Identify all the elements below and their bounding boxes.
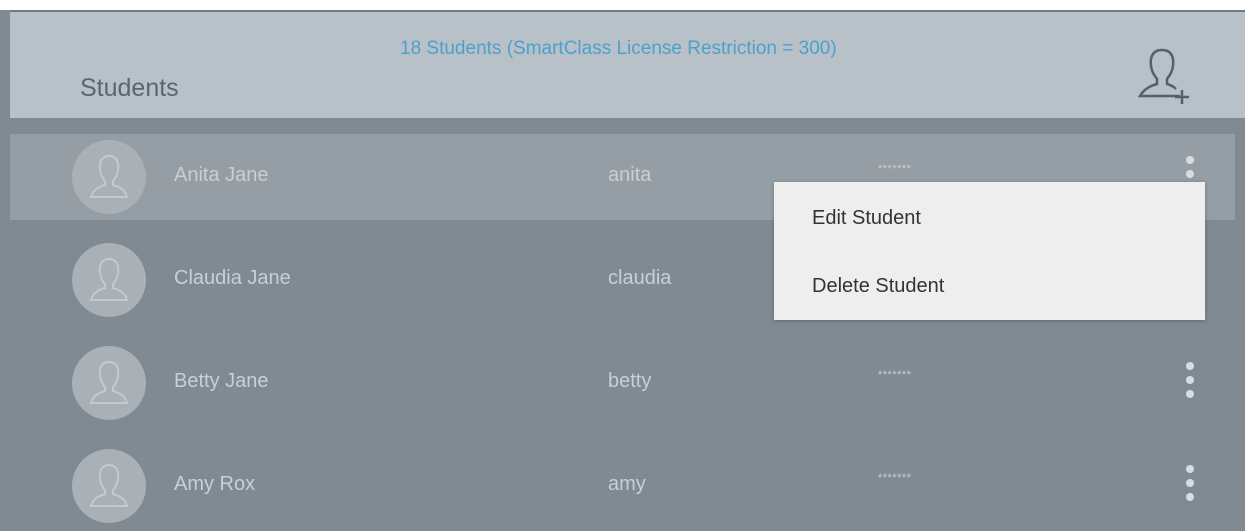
- add-student-button[interactable]: [1137, 44, 1198, 106]
- student-username: anita: [608, 164, 652, 186]
- student-row[interactable]: Betty Jane betty *******: [10, 340, 1235, 426]
- avatar: [72, 449, 146, 523]
- student-username: betty: [608, 370, 652, 392]
- student-password: *******: [878, 472, 912, 484]
- user-avatar-icon: [89, 257, 129, 301]
- student-name: Anita Jane: [174, 164, 269, 186]
- user-avatar-icon: [89, 154, 129, 198]
- edit-student-menu-item[interactable]: Edit Student: [774, 188, 1205, 248]
- add-user-icon: [1137, 48, 1189, 104]
- more-dots-icon-dot: [1186, 376, 1194, 384]
- more-dots-icon-dot: [1186, 390, 1194, 398]
- student-name: Amy Rox: [174, 473, 256, 495]
- student-username: amy: [608, 473, 646, 495]
- header-bar: 18 Students (SmartClass License Restrict…: [10, 10, 1245, 118]
- avatar: [72, 140, 146, 214]
- more-dots-icon-dot: [1186, 479, 1194, 487]
- avatar: [72, 346, 146, 420]
- student-name: Claudia Jane: [174, 267, 291, 289]
- more-dots-icon-dot: [1186, 493, 1194, 501]
- avatar: [72, 243, 146, 317]
- user-avatar-icon: [89, 463, 129, 507]
- more-options-button[interactable]: [1178, 463, 1202, 511]
- more-dots-icon: [1186, 156, 1194, 164]
- more-dots-icon: [1186, 465, 1194, 473]
- user-avatar-icon: [89, 360, 129, 404]
- page-title: Students: [80, 74, 179, 102]
- delete-student-menu-item[interactable]: Delete Student: [774, 256, 1205, 316]
- student-name: Betty Jane: [174, 370, 269, 392]
- more-dots-icon: [1186, 362, 1194, 370]
- student-count-text: 18 Students (SmartClass License Restrict…: [400, 38, 837, 59]
- student-password: *******: [878, 369, 912, 381]
- student-row[interactable]: Amy Rox amy *******: [10, 443, 1235, 529]
- top-border: [0, 0, 1245, 10]
- student-context-menu: Edit Student Delete Student: [774, 182, 1205, 320]
- student-password: *******: [878, 163, 912, 175]
- more-options-button[interactable]: [1178, 360, 1202, 408]
- student-list: Anita Jane anita ******* Claudia Jane cl…: [10, 118, 1245, 531]
- more-dots-icon-dot: [1186, 170, 1194, 178]
- student-username: claudia: [608, 267, 672, 289]
